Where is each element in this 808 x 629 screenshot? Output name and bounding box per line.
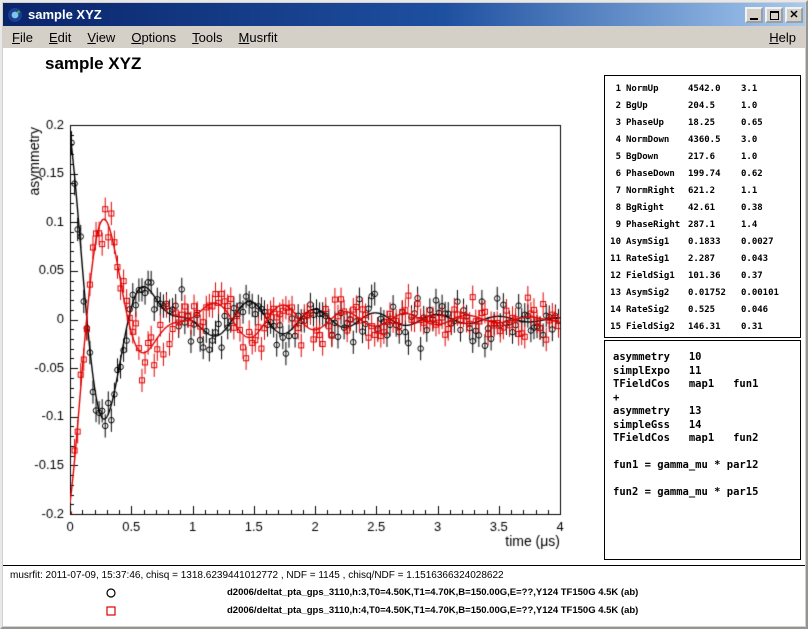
theory-line: fun2 = gamma_mu * par15	[613, 486, 792, 500]
parameter-row: 11RateSig12.2870.043	[605, 251, 800, 268]
theory-line: asymmetry 13	[613, 405, 792, 419]
maximize-icon	[770, 11, 779, 20]
theory-line: TFieldCos map1 fun2	[613, 432, 792, 446]
minimize-button[interactable]	[745, 7, 763, 23]
menu-view[interactable]: View	[79, 27, 123, 48]
legend-entry: d2006/deltat_pta_gps_3110,h:3,T0=4.50K,T…	[3, 585, 763, 601]
parameter-row: 14RateSig20.5250.046	[605, 302, 800, 319]
menu-bar: FileEditViewOptionsToolsMusrfit Help	[2, 26, 806, 48]
close-button[interactable]: ✕	[785, 7, 803, 23]
theory-line: simpleGss 14	[613, 419, 792, 433]
parameter-row: 8BgRight42.610.38	[605, 200, 800, 217]
theory-line	[613, 473, 792, 487]
parameter-row: 15FieldSig2146.310.31	[605, 319, 800, 336]
menu-tools[interactable]: Tools	[184, 27, 230, 48]
parameter-row: 10AsymSig10.18330.0027	[605, 234, 800, 251]
minimize-icon	[750, 18, 758, 20]
legend-marker-circle-icon	[105, 586, 117, 604]
menu-musrfit[interactable]: Musrfit	[231, 27, 286, 48]
parameter-row: 5BgDown217.61.0	[605, 149, 800, 166]
parameters-box: 1NormUp4542.03.12BgUp204.51.03PhaseUp18.…	[604, 75, 801, 338]
title-bar[interactable]: sample XYZ ✕	[3, 3, 805, 26]
parameter-row: 9PhaseRight287.11.4	[605, 217, 800, 234]
menu-options[interactable]: Options	[123, 27, 184, 48]
parameter-row: 13AsymSig20.017520.00101	[605, 285, 800, 302]
theory-line: asymmetry 10	[613, 351, 792, 365]
theory-line: fun1 = gamma_mu * par12	[613, 459, 792, 473]
parameter-row: 6PhaseDown199.740.62	[605, 166, 800, 183]
theory-box: asymmetry 10simplExpo 11TFieldCos map1 f…	[604, 340, 801, 560]
window-title: sample XYZ	[28, 7, 740, 22]
close-icon: ✕	[789, 9, 798, 21]
menu-help[interactable]: Help	[761, 27, 804, 48]
parameter-row: 2BgUp204.51.0	[605, 98, 800, 115]
legend-label: d2006/deltat_pta_gps_3110,h:4,T0=4.50K,T…	[227, 605, 638, 616]
menu-file[interactable]: File	[4, 27, 41, 48]
parameter-row: 3PhaseUp18.250.65	[605, 115, 800, 132]
theory-line: simplExpo 11	[613, 365, 792, 379]
fit-info: musrfit: 2011-07-09, 15:37:46, chisq = 1…	[10, 570, 504, 581]
legend-label: d2006/deltat_pta_gps_3110,h:3,T0=4.50K,T…	[227, 587, 638, 598]
app-window: sample XYZ ✕ FileEditViewOptionsToolsMus…	[0, 0, 808, 629]
parameter-row: 7NormRight621.21.1	[605, 183, 800, 200]
legend-entry: d2006/deltat_pta_gps_3110,h:4,T0=4.50K,T…	[3, 603, 763, 619]
theory-line: +	[613, 392, 792, 406]
app-icon	[7, 7, 23, 23]
plot-canvas[interactable]	[3, 48, 603, 568]
parameter-row: 4NormDown4360.53.0	[605, 132, 800, 149]
parameter-row: 1NormUp4542.03.1	[605, 81, 800, 98]
theory-line	[613, 446, 792, 460]
menu-edit[interactable]: Edit	[41, 27, 79, 48]
window-controls: ✕	[745, 7, 803, 23]
maximize-button[interactable]	[765, 7, 783, 23]
parameter-row: 12FieldSig1101.360.37	[605, 268, 800, 285]
legend-marker-square-icon	[105, 604, 117, 622]
root-canvas: sample XYZ 1NormUp4542.03.12BgUp204.51.0…	[3, 48, 805, 626]
theory-line: TFieldCos map1 fun1	[613, 378, 792, 392]
footer-divider	[3, 565, 805, 566]
